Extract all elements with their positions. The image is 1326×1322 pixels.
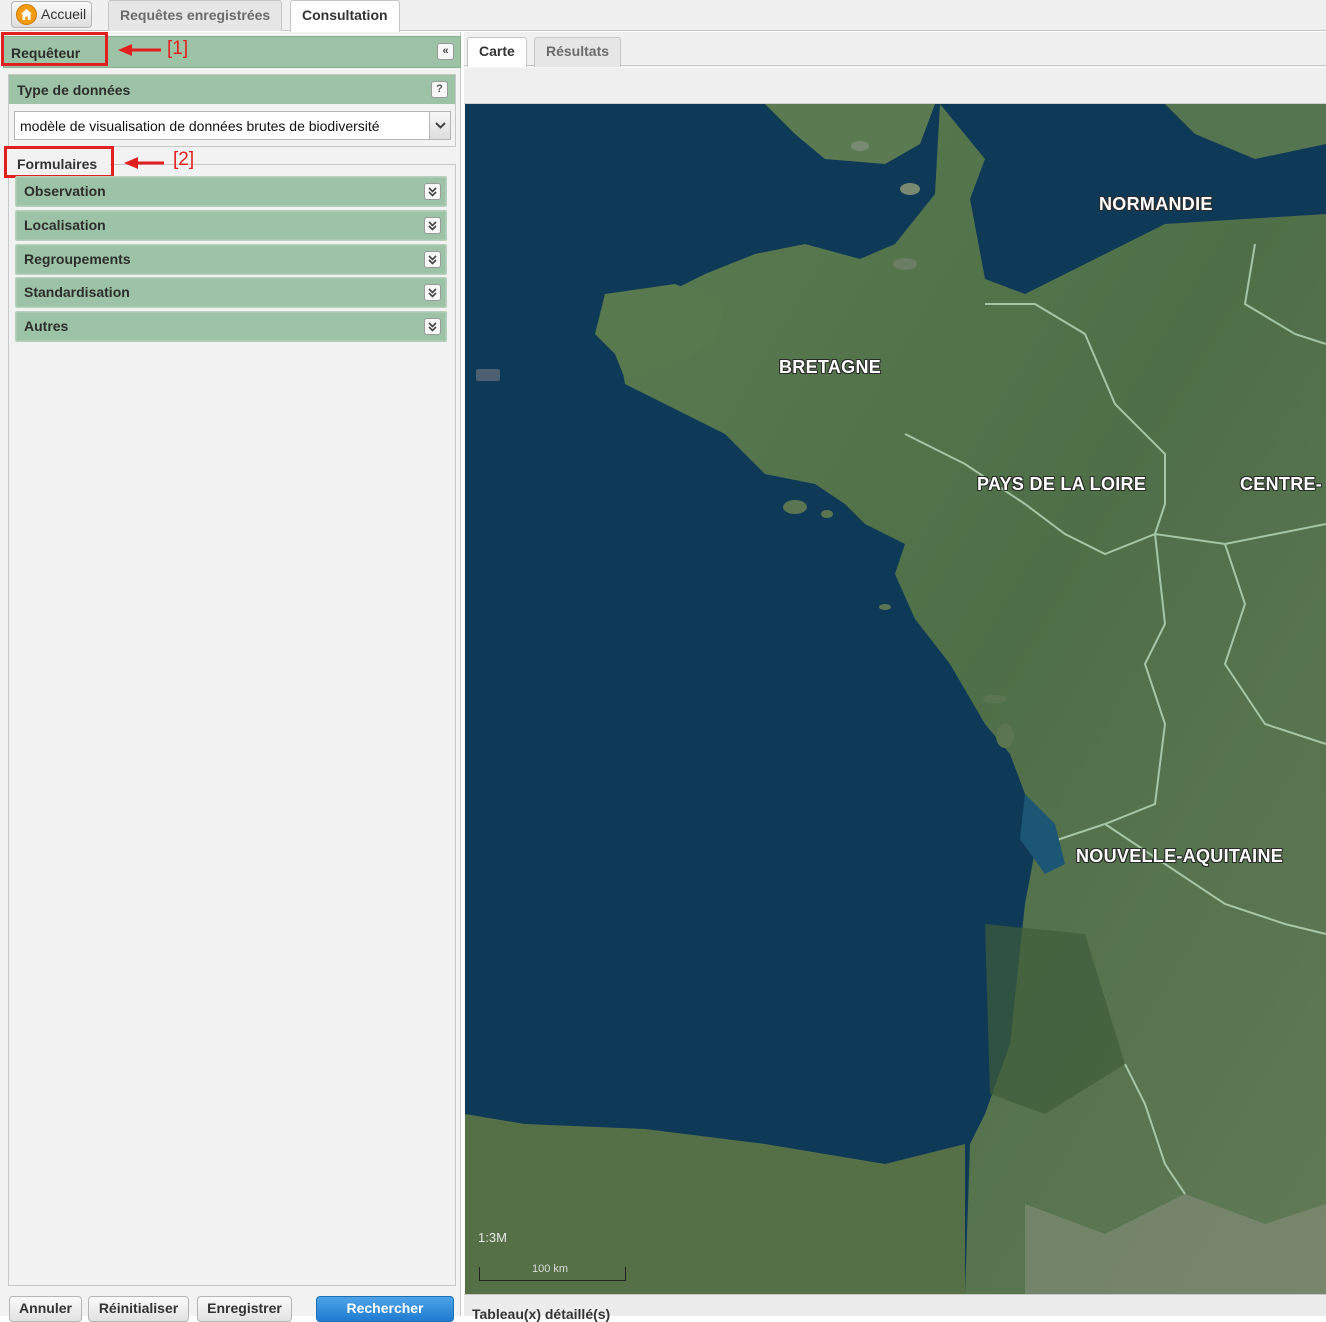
search-button[interactable]: Rechercher — [316, 1296, 454, 1322]
map-tab-bar: Carte Résultats — [464, 32, 1326, 67]
tab-results-label: Résultats — [546, 43, 610, 59]
annotation-box-1 — [1, 32, 108, 66]
annotation-label-1: [1] — [167, 38, 189, 59]
annotation-label-2: [2] — [173, 149, 195, 170]
select-dropdown-button[interactable] — [429, 112, 450, 139]
tab-saved-requests[interactable]: Requêtes enregistrées — [108, 0, 283, 31]
tab-results[interactable]: Résultats — [534, 37, 622, 67]
satellite-map-image — [465, 104, 1326, 1294]
help-button[interactable]: ? — [431, 81, 448, 98]
annotation-arrow-1 — [118, 44, 161, 56]
expand-section-button[interactable] — [424, 251, 441, 268]
map-scale-bar-label: 100 km — [532, 1263, 569, 1275]
double-chevron-down-icon — [428, 255, 437, 265]
map-label-normandie: NORMANDIE — [1099, 194, 1213, 214]
form-section-autres[interactable]: Autres — [15, 311, 447, 342]
double-chevron-down-icon — [428, 221, 437, 231]
chevron-down-icon — [435, 122, 446, 129]
form-section-observation[interactable]: Observation — [15, 176, 447, 207]
expand-section-button[interactable] — [424, 183, 441, 200]
home-button[interactable]: Accueil — [11, 1, 92, 28]
reset-button-label: Réinitialiser — [98, 1300, 179, 1316]
map-control-chip[interactable] — [476, 369, 500, 381]
expand-section-button[interactable] — [424, 284, 441, 301]
tab-consultation[interactable]: Consultation — [290, 0, 400, 32]
form-section-standardisation[interactable]: Standardisation — [15, 277, 447, 308]
map-label-centre: CENTRE- — [1240, 474, 1323, 494]
double-chevron-down-icon — [428, 322, 437, 332]
top-tab-bar: Accueil Requêtes enregistrées Consultati… — [0, 0, 1326, 32]
tab-map-label: Carte — [479, 43, 515, 59]
map-label-pays-de-la-loire: PAYS DE LA LOIRE — [977, 474, 1147, 494]
data-type-header: Type de données ? — [9, 75, 455, 104]
expand-section-button[interactable] — [424, 318, 441, 335]
reset-button[interactable]: Réinitialiser — [88, 1296, 189, 1322]
form-section-label: Observation — [24, 183, 106, 199]
search-button-label: Rechercher — [346, 1300, 424, 1316]
annotation-arrow-2 — [124, 157, 164, 169]
cancel-button-label: Annuler — [19, 1300, 72, 1316]
tab-map[interactable]: Carte — [467, 37, 527, 67]
form-section-label: Standardisation — [24, 284, 130, 300]
map-scale-ratio: 1:3M — [478, 1230, 507, 1245]
save-button[interactable]: Enregistrer — [197, 1296, 292, 1322]
annotation-box-2 — [4, 146, 114, 178]
map-view[interactable]: NORMANDIE BRETAGNE PAYS DE LA LOIRE CENT… — [465, 104, 1326, 1294]
details-panel-title: Tableau(x) détaillé(s) — [472, 1306, 611, 1322]
collapse-panel-button[interactable]: « — [437, 43, 454, 60]
home-label: Accueil — [41, 6, 87, 22]
save-button-label: Enregistrer — [207, 1300, 282, 1316]
tab-saved-requests-label: Requêtes enregistrées — [120, 7, 271, 23]
result-panel: Carte Résultats NORMANDIE BRETAGNE PAYS … — [464, 32, 1326, 1322]
cancel-button[interactable]: Annuler — [9, 1296, 82, 1322]
map-label-nouvelle-aquitaine: NOUVELLE-AQUITAINE — [1076, 846, 1284, 866]
data-type-box: Type de données ? modèle de visualisatio… — [8, 74, 456, 147]
map-toolbar — [464, 68, 1326, 104]
data-type-title: Type de données — [17, 82, 131, 98]
map-label-bretagne: BRETAGNE — [779, 357, 882, 377]
form-section-label: Autres — [24, 318, 69, 334]
double-chevron-down-icon — [428, 187, 437, 197]
form-section-label: Regroupements — [24, 251, 131, 267]
data-type-selected-value: modèle de visualisation de données brute… — [20, 118, 380, 134]
form-section-regroupements[interactable]: Regroupements — [15, 244, 447, 275]
form-section-localisation[interactable]: Localisation — [15, 210, 447, 241]
query-panel: Requêteur « [1] Type de données ? modèle… — [0, 32, 461, 1316]
double-chevron-down-icon — [428, 288, 437, 298]
tab-consultation-label: Consultation — [302, 7, 388, 23]
form-section-label: Localisation — [24, 217, 106, 233]
map-scale-bar: 100 km — [479, 1263, 626, 1281]
data-type-select[interactable]: modèle de visualisation de données brute… — [14, 111, 451, 140]
double-chevron-left-icon: « — [442, 45, 449, 57]
expand-section-button[interactable] — [424, 217, 441, 234]
home-icon — [16, 4, 37, 25]
question-mark-icon: ? — [436, 83, 443, 95]
details-panel-header[interactable]: Tableau(x) détaillé(s) — [464, 1294, 1326, 1322]
